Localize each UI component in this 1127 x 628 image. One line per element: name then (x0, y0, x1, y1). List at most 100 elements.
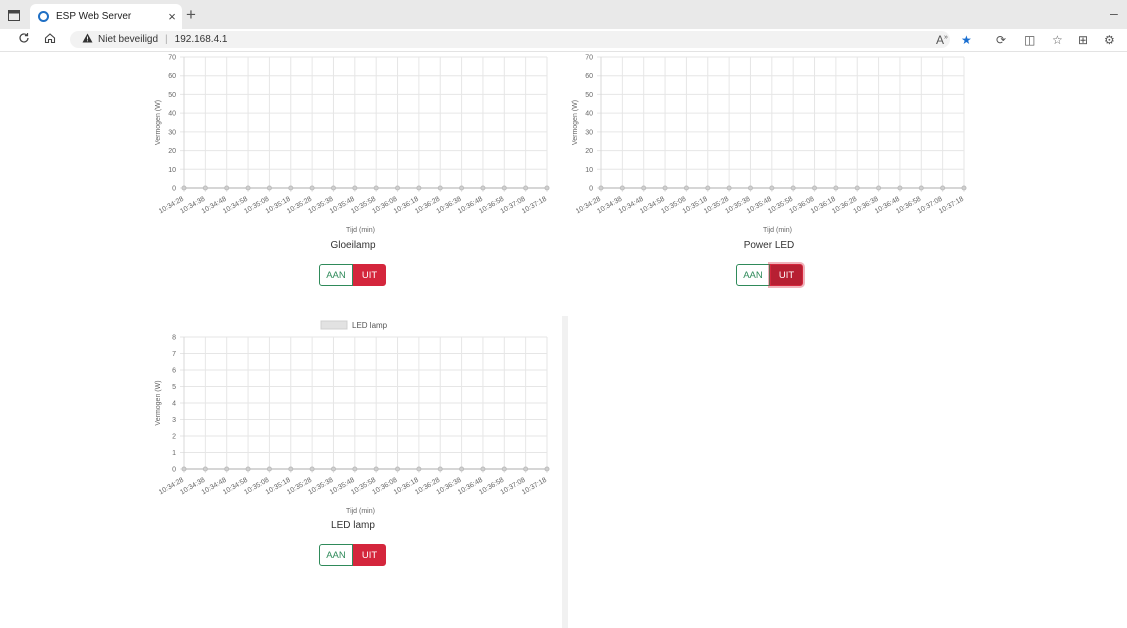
data-point (373, 466, 379, 472)
data-point (961, 185, 967, 191)
data-point (416, 466, 422, 472)
data-point (459, 466, 465, 472)
data-point (705, 185, 711, 191)
y-axis-title: Vermogen (W) (155, 380, 162, 425)
data-point (918, 185, 924, 191)
x-tick-label: 10:37:18 (521, 196, 548, 216)
data-point (726, 185, 732, 191)
data-point (416, 185, 422, 191)
y-tick-label: 7 (172, 351, 176, 358)
y-tick-label: 50 (168, 92, 176, 99)
tab-close-icon[interactable]: × (164, 9, 180, 24)
on-button-gloeilamp[interactable]: AAN (319, 264, 353, 286)
data-point (876, 185, 882, 191)
data-point (598, 185, 604, 191)
data-point (523, 466, 529, 472)
chart-led-lamp-svg: LED lamp01234567810:34:2810:34:3810:34:4… (155, 320, 550, 515)
data-point (309, 185, 315, 191)
y-tick-label: 40 (168, 111, 176, 118)
data-point (437, 466, 443, 472)
data-point (812, 185, 818, 191)
y-tick-label: 0 (172, 467, 176, 474)
toggle-power-led: AAN UIT (736, 264, 803, 286)
data-point (683, 185, 689, 191)
off-button-gloeilamp[interactable]: UIT (353, 264, 386, 286)
browser-tab[interactable]: ESP Web Server × (30, 4, 182, 29)
on-button-power-led[interactable]: AAN (736, 264, 770, 286)
y-tick-label: 60 (168, 73, 176, 80)
chart-title-led-lamp: LED lamp (331, 520, 375, 531)
security-label[interactable]: Niet beveiligd (98, 34, 158, 45)
data-point (288, 466, 294, 472)
split-screen-icon[interactable]: ◫ (1024, 33, 1035, 47)
collections-icon[interactable]: ⊞ (1078, 33, 1088, 47)
chart-gloeilamp-svg: 01020304050607010:34:2810:34:3810:34:481… (155, 55, 550, 234)
y-tick-label: 8 (172, 335, 176, 342)
extensions-icon[interactable]: ⟳ (996, 33, 1006, 47)
new-tab-button[interactable]: + (186, 5, 196, 25)
y-tick-label: 20 (168, 148, 176, 155)
data-point (480, 466, 486, 472)
data-point (181, 466, 187, 472)
data-point (373, 185, 379, 191)
chart-title-gloeilamp: Gloeilamp (330, 240, 376, 251)
x-axis-title: Tijd (min) (346, 227, 375, 234)
data-point (245, 466, 251, 472)
url-separator: | (165, 34, 168, 45)
x-axis-title: Tijd (min) (763, 227, 792, 234)
data-point (523, 185, 529, 191)
y-tick-label: 2 (172, 434, 176, 441)
y-tick-label: 0 (172, 186, 176, 193)
data-point (352, 185, 358, 191)
y-tick-label: 40 (585, 111, 593, 118)
tab-strip: ESP Web Server × + – (0, 0, 1127, 29)
y-tick-label: 0 (589, 186, 593, 193)
y-tick-label: 10 (585, 167, 593, 174)
window-menu-icon[interactable] (6, 7, 22, 23)
url-text[interactable]: 192.168.4.1 (175, 34, 228, 45)
y-tick-label: 3 (172, 417, 176, 424)
data-point (747, 185, 753, 191)
data-point (459, 185, 465, 191)
minimize-button[interactable]: – (1110, 5, 1118, 21)
off-button-power-led[interactable]: UIT (770, 264, 803, 286)
data-point (330, 466, 336, 472)
toggle-led-lamp: AAN UIT (319, 544, 386, 566)
address-bar-row: Niet beveiligd | 192.168.4.1 A» ★ ⟳ ◫ ☆ … (0, 29, 1127, 52)
y-tick-label: 10 (168, 167, 176, 174)
y-tick-label: 30 (168, 129, 176, 136)
chart-led-lamp: LED lamp 0 1 2 3 4 5 6 7 8 10:34:28 10:34:38 10:34:4… (140, 318, 560, 522)
column-divider (562, 316, 568, 628)
warning-icon[interactable] (82, 33, 93, 46)
tab-title: ESP Web Server (56, 11, 132, 22)
url-field[interactable]: Niet beveiligd | 192.168.4.1 (70, 31, 950, 48)
home-icon[interactable] (44, 32, 56, 47)
data-point (790, 185, 796, 191)
chart-title-power-led: Power LED (743, 240, 795, 251)
y-tick-label: 5 (172, 384, 176, 391)
favorite-star-icon[interactable]: ★ (961, 33, 972, 47)
y-tick-label: 1 (172, 450, 176, 457)
y-tick-label: 60 (585, 73, 593, 80)
read-aloud-icon[interactable]: A» (936, 33, 948, 47)
y-tick-label: 70 (168, 55, 176, 62)
data-point (245, 185, 251, 191)
legend-label: LED lamp (352, 321, 388, 330)
data-point (940, 185, 946, 191)
data-point (181, 185, 187, 191)
data-point (769, 185, 775, 191)
x-tick-label: 10:37:18 (938, 196, 965, 216)
y-axis-title: Vermogen (W) (155, 100, 162, 145)
copilot-icon[interactable]: ⚙ (1104, 33, 1115, 47)
data-point (395, 185, 401, 191)
favorites-icon[interactable]: ☆ (1052, 33, 1063, 47)
off-button-led-lamp[interactable]: UIT (353, 544, 386, 566)
on-button-led-lamp[interactable]: AAN (319, 544, 353, 566)
data-point (352, 466, 358, 472)
data-point (641, 185, 647, 191)
y-tick-label: 30 (585, 129, 593, 136)
refresh-icon[interactable] (18, 32, 30, 47)
data-point (897, 185, 903, 191)
data-point (224, 466, 230, 472)
data-point (309, 466, 315, 472)
